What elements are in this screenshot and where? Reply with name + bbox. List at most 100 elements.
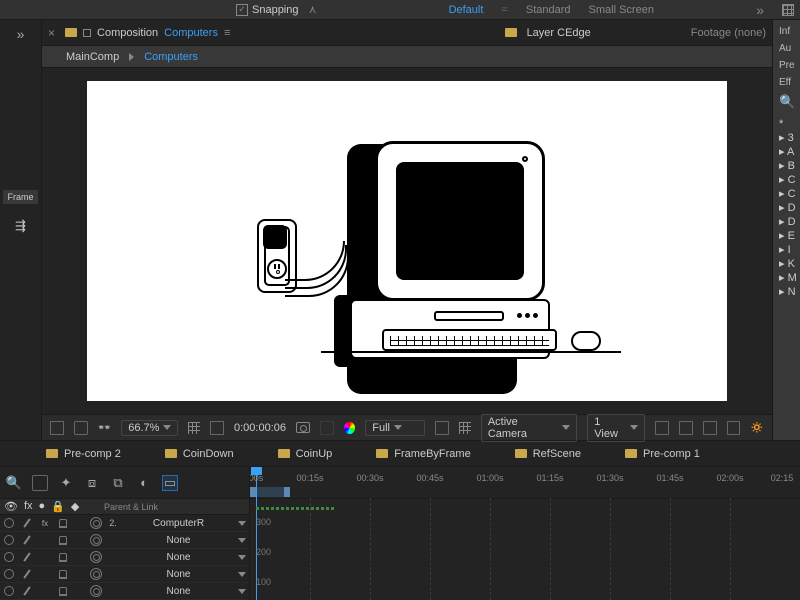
frame-blend-icon[interactable]: ⧉ xyxy=(110,475,126,491)
viewer-panel: × Composition Computers ≡ Layer CEdge Fo… xyxy=(42,20,772,440)
axis-label: 200 xyxy=(256,547,271,557)
views-select[interactable]: 1 View xyxy=(587,414,645,442)
flow-item[interactable]: RefScene xyxy=(515,448,581,460)
layer-name[interactable]: ComputerR xyxy=(120,518,235,529)
layer-name[interactable]: None xyxy=(120,586,235,597)
frame-panel-tab[interactable]: Frame xyxy=(3,190,37,204)
display-icon[interactable] xyxy=(74,421,88,435)
eye-icon[interactable] xyxy=(4,569,14,579)
pickwhip-icon[interactable] xyxy=(90,534,102,546)
axis-label: 100 xyxy=(256,577,271,587)
shy-icon[interactable]: ✦ xyxy=(58,475,74,491)
flow-item[interactable]: CoinUp xyxy=(278,448,333,460)
workspace-smallscreen[interactable]: Small Screen xyxy=(589,4,654,16)
comp-mini-icon[interactable] xyxy=(32,475,48,491)
composition-tab[interactable]: Composition Computers ≡ xyxy=(65,27,230,39)
panel-audio[interactable]: Au xyxy=(773,43,797,54)
flow-item[interactable]: Pre-comp 1 xyxy=(625,448,700,460)
close-tab-icon[interactable]: × xyxy=(48,26,55,40)
checkbox-icon: ✓ xyxy=(236,4,248,16)
region-icon[interactable] xyxy=(435,421,449,435)
chevron-down-icon[interactable] xyxy=(238,555,246,560)
layer-row[interactable]: None xyxy=(0,549,249,566)
flowchart-icon[interactable] xyxy=(727,421,741,435)
layer-row[interactable]: fx2.ComputerR xyxy=(0,515,249,532)
pickwhip-icon[interactable] xyxy=(90,551,102,563)
crumb-current[interactable]: Computers xyxy=(144,51,198,63)
panel-effects[interactable]: Eff xyxy=(773,77,797,88)
draft3d-icon[interactable]: ⧈ xyxy=(84,475,100,491)
transparency-grid-icon[interactable] xyxy=(459,422,471,434)
lock-icon[interactable] xyxy=(59,587,67,596)
exposure-icon[interactable]: 🔅 xyxy=(750,421,764,434)
timeline-icon[interactable] xyxy=(703,421,717,435)
search-icon[interactable]: 🔍 xyxy=(6,475,22,491)
layer-row[interactable]: None xyxy=(0,566,249,583)
search-icon[interactable]: 🔍 xyxy=(773,94,800,110)
snapping-toggle[interactable]: ✓ Snapping ⋏ xyxy=(236,3,317,16)
lock-icon[interactable] xyxy=(59,519,67,528)
pickwhip-icon[interactable] xyxy=(90,517,102,529)
panel-preview[interactable]: Pre xyxy=(773,60,800,71)
lock-icon[interactable] xyxy=(59,553,67,562)
timeline-graph[interactable]: 00s00:15s00:30s00:45s01:00s01:15s01:30s0… xyxy=(250,467,800,600)
grid-toggle-icon[interactable] xyxy=(188,422,200,434)
time-ruler[interactable]: 00s00:15s00:30s00:45s01:00s01:15s01:30s0… xyxy=(250,467,800,499)
eye-icon[interactable] xyxy=(4,552,14,562)
fx-badge: fx xyxy=(42,519,48,528)
zoom-select[interactable]: 66.7% xyxy=(121,420,178,436)
lock-icon[interactable] xyxy=(59,570,67,579)
workspace-standard[interactable]: Standard xyxy=(526,4,571,16)
flow-item[interactable]: FrameByFrame xyxy=(376,448,470,460)
motion-blur-icon[interactable]: ◐ xyxy=(136,475,152,491)
layer-name[interactable]: None xyxy=(120,552,235,563)
footage-tab[interactable]: Footage (none) xyxy=(691,27,766,39)
tab-menu-icon[interactable]: ≡ xyxy=(224,27,230,39)
chevron-down-icon[interactable] xyxy=(238,572,246,577)
chevron-down-icon[interactable] xyxy=(238,538,246,543)
graph-editor-icon[interactable]: ▭ xyxy=(162,475,178,491)
layer-header-row: 👁 fx ● 🔒 ◆ Parent & Link xyxy=(0,499,249,515)
overflow-icon[interactable]: » xyxy=(756,2,764,18)
timecode-display[interactable]: 0:00:00:06 xyxy=(234,422,286,434)
crumb-root[interactable]: MainComp xyxy=(66,51,119,63)
expand-panel-icon[interactable]: » xyxy=(17,26,25,42)
pickwhip-icon[interactable] xyxy=(90,568,102,580)
layer-name[interactable]: None xyxy=(120,569,235,580)
layer-tab[interactable]: Layer CEdge xyxy=(527,27,591,39)
workspace-default[interactable]: Default xyxy=(449,4,484,16)
resolution-select[interactable]: Full xyxy=(365,420,425,436)
snapping-menu-icon[interactable]: ⋏ xyxy=(309,3,317,16)
label-column-icon: ◆ xyxy=(71,500,79,513)
pixel-aspect-icon[interactable] xyxy=(655,421,669,435)
chevron-down-icon[interactable] xyxy=(238,589,246,594)
flow-item[interactable]: Pre-comp 2 xyxy=(46,448,121,460)
pen-icon xyxy=(23,552,30,561)
work-area-end-handle[interactable] xyxy=(284,487,290,497)
composition-viewer[interactable] xyxy=(42,68,772,414)
panel-grid-icon[interactable] xyxy=(782,4,794,16)
channels-icon[interactable] xyxy=(344,422,356,434)
chevron-down-icon[interactable] xyxy=(238,521,246,526)
layer-name[interactable]: None xyxy=(120,535,235,546)
snapshot-icon[interactable] xyxy=(296,422,310,433)
eye-icon[interactable] xyxy=(4,535,14,545)
lock-icon[interactable] xyxy=(59,536,67,545)
eye-icon[interactable] xyxy=(4,518,14,528)
fast-preview-icon[interactable] xyxy=(679,421,693,435)
glasses-icon[interactable]: 👓 xyxy=(98,421,112,435)
show-last-icon[interactable] xyxy=(320,421,334,435)
pickwhip-icon[interactable] xyxy=(90,585,102,597)
hierarchy-icon[interactable]: ⇶ xyxy=(15,218,26,234)
camera-select[interactable]: Active Camera xyxy=(481,414,577,442)
folder-icon xyxy=(65,28,77,37)
eye-icon[interactable] xyxy=(4,586,14,596)
layer-row[interactable]: None xyxy=(0,532,249,549)
flow-item[interactable]: CoinDown xyxy=(165,448,234,460)
panel-info[interactable]: Inf xyxy=(773,26,796,37)
alpha-icon[interactable] xyxy=(50,421,64,435)
eye-column-icon: 👁 xyxy=(4,500,18,513)
layer-row[interactable]: None xyxy=(0,583,249,600)
viewer-tabs: × Composition Computers ≡ Layer CEdge Fo… xyxy=(42,20,772,46)
safe-zones-icon[interactable] xyxy=(210,421,224,435)
